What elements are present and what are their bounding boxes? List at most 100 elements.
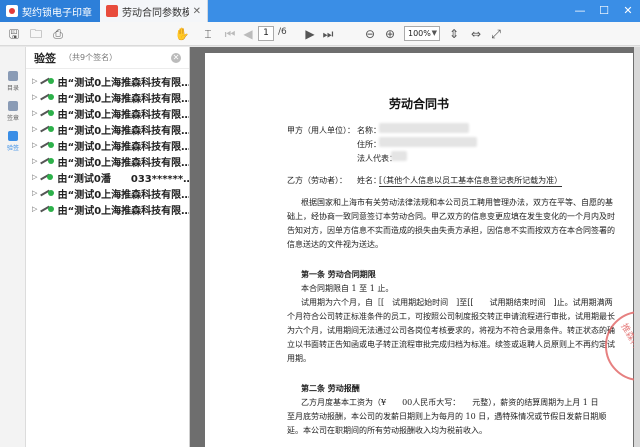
panel-header: 验签 （共9个签名） ✕ [26, 47, 189, 69]
signature-item[interactable]: ▷ 由“测试0潘 033******… [26, 169, 189, 185]
party-a-address-label: 住所： [357, 140, 381, 149]
document-page: 劳动合同书 甲方（用人单位）： 名称： 住所： 法人代表： 乙方（劳动者）： 姓… [205, 53, 640, 447]
left-rail: 目录 签章 验签 [0, 47, 26, 447]
page-count: /6 [278, 27, 287, 37]
signature-valid-icon [40, 124, 54, 134]
signature-label: 由“测试0上海推森科技有限… [57, 189, 189, 201]
signature-label: 由“测试0上海推森科技有限… [57, 77, 189, 89]
redacted-value [391, 151, 407, 161]
close-tab-icon[interactable]: ✕ [193, 6, 201, 17]
party-b-name-label: 姓名： [357, 176, 381, 185]
article-1-line: 用期。 [287, 354, 311, 363]
select-text-icon[interactable]: ⌶ [200, 26, 216, 42]
fullscreen-icon[interactable]: ⤢ [488, 26, 504, 42]
signature-item[interactable]: ▷ 由“测试0上海推森科技有限… [26, 153, 189, 169]
signature-label: 由“测试0上海推森科技有限… [57, 157, 189, 169]
chevron-down-icon: ▼ [431, 29, 437, 37]
zoom-value: 100% [408, 29, 431, 38]
print-icon[interactable]: ⎙ [50, 26, 66, 42]
expand-icon[interactable]: ▷ [32, 205, 40, 213]
signature-item[interactable]: ▷ 由“测试0上海推森科技有限… [26, 121, 189, 137]
signature-item[interactable]: ▷ 由“测试0上海推森科技有限… [26, 201, 189, 217]
tab-document[interactable]: 劳动合同参数模版-目前... ✕ [100, 0, 208, 22]
prev-page-icon[interactable]: ◀ [240, 26, 256, 42]
rail-item-verify[interactable]: 验签 [0, 131, 26, 152]
signature-label: 由“测试0上海推森科技有限… [57, 109, 189, 121]
page-number-input[interactable]: 1 [258, 26, 274, 41]
expand-icon[interactable]: ▷ [32, 77, 40, 85]
rail-item-sign-label: 签章 [6, 115, 19, 122]
article-1-line: 立以书面转正告知函或电子转正流程审批完成归档为标准。续签或返聘人员原则上不再约定… [287, 340, 615, 349]
signature-item[interactable]: ▷ 由“测试0上海推森科技有限… [26, 105, 189, 121]
article-1-line: 本合同期限自 1 至 1 止。 [301, 284, 394, 293]
signature-valid-icon [40, 108, 54, 118]
expand-icon[interactable]: ▷ [32, 109, 40, 117]
expand-icon[interactable]: ▷ [32, 125, 40, 133]
intro-line: 根据国家和上海市有关劳动法律法规和本公司员工聘用管理办法，双方在平等、自愿的基 [301, 198, 613, 207]
signature-item[interactable]: ▷ 由“测试0上海推森科技有限… [26, 137, 189, 153]
document-title: 劳动合同书 [388, 97, 449, 111]
signature-item[interactable]: ▷ 由“测试0上海推森科技有限… [26, 185, 189, 201]
expand-icon[interactable]: ▷ [32, 141, 40, 149]
article-2-line: 乙方月度基本工资为（¥ 00人民币大写： 元整），薪资的结算周期为上月 1 日 [301, 398, 599, 407]
tab-app[interactable]: 契约锁电子印章 [0, 0, 100, 22]
signature-item[interactable]: ▷ 由“测试0上海推森科技有限… [26, 89, 189, 105]
next-page-icon[interactable]: ▶ [302, 26, 318, 42]
article-1-line: 个月符合公司转正标准条件的员工，可按照公司制度报交转正申请流程进行审批，试用期最… [287, 312, 615, 321]
maximize-icon[interactable]: ☐ [592, 0, 616, 22]
signature-label: 由“测试0上海推森科技有限… [57, 125, 189, 137]
expand-icon[interactable]: ▷ [32, 173, 40, 181]
fit-page-icon[interactable]: ⇕ [446, 26, 462, 42]
signature-valid-icon [40, 188, 54, 198]
zoom-out-icon[interactable]: ⊖ [362, 26, 378, 42]
signature-list: ▷ 由“测试0上海推森科技有限… ▷ 由“测试0上海推森科技有限… ▷ 由“测试0上海… [26, 69, 189, 217]
expand-icon[interactable]: ▷ [32, 93, 40, 101]
signature-item[interactable]: ▷ 由“测试0上海推森科技有限… [26, 73, 189, 89]
rail-item-toc[interactable]: 目录 [0, 71, 26, 92]
toc-icon [8, 71, 18, 81]
save-icon[interactable]: 🖫 [6, 26, 22, 42]
zoom-in-icon[interactable]: ⊕ [382, 26, 398, 42]
verify-panel: 验签 （共9个签名） ✕ ▷ 由“测试0上海推森科技有限… ▷ 由“测试0上海推森科… [26, 47, 190, 447]
intro-line: 信息送达的文件视为送达。 [287, 240, 383, 249]
close-window-icon[interactable]: ✕ [616, 0, 640, 22]
minimize-icon[interactable]: — [568, 0, 592, 22]
signature-valid-icon [40, 204, 54, 214]
expand-icon[interactable]: ▷ [32, 189, 40, 197]
article-2-line: 延。本公司在职期间的所有劳动报酬收入均为税前收入。 [287, 426, 487, 435]
signature-label: 由“测试0上海推森科技有限… [57, 93, 189, 105]
vertical-scrollbar[interactable] [634, 47, 640, 447]
signature-label: 由“测试0潘 033******… [57, 173, 189, 185]
person-icon [8, 101, 18, 111]
tab-document-label: 劳动合同参数模版-目前... [122, 7, 189, 19]
party-a-label: 甲方（用人单位）： [287, 126, 355, 135]
signature-label: 由“测试0上海推森科技有限… [57, 141, 189, 153]
signature-label: 由“测试0上海推森科技有限… [57, 205, 189, 217]
fit-width-icon[interactable]: ⇔ [468, 26, 484, 42]
close-panel-icon[interactable]: ✕ [171, 53, 181, 63]
hand-tool-icon[interactable]: ✋ [174, 26, 190, 42]
document-viewer[interactable]: 劳动合同书 甲方（用人单位）： 名称： 住所： 法人代表： 乙方（劳动者）： 姓… [190, 47, 640, 447]
tab-app-label: 契约锁电子印章 [22, 7, 92, 19]
rail-item-toc-label: 目录 [6, 85, 19, 92]
window-controls: — ☐ ✕ [568, 0, 640, 22]
rail-item-sign[interactable]: 签章 [0, 101, 26, 122]
intro-line: 告知对方，因单方信息不实而造成的损失由失责方承担，因信息不实而按双方在本合同签署… [287, 226, 615, 235]
article-2-title: 第二条 劳动报酬 [301, 383, 360, 393]
party-b-name-value: [（其他个人信息以员工基本信息登记表所记载为准） [379, 176, 563, 187]
expand-icon[interactable]: ▷ [32, 157, 40, 165]
toolbar: 🖫 🗀 ⎙ ✋ ⌶ ⏮ ◀ 1 /6 ▶ ⏭ ⊖ ⊕ 100% ▼ ⇕ ⇔ ⤢ [0, 22, 640, 46]
redacted-value [379, 137, 477, 147]
last-page-icon[interactable]: ⏭ [320, 26, 336, 42]
seal-app-icon [6, 5, 18, 17]
shield-icon [8, 131, 18, 141]
signature-valid-icon [40, 76, 54, 86]
zoom-select[interactable]: 100% ▼ [404, 26, 440, 41]
signature-count: （共9个签名） [64, 53, 118, 62]
first-page-icon[interactable]: ⏮ [222, 26, 238, 42]
signature-valid-icon [40, 156, 54, 166]
redacted-value [379, 123, 469, 133]
panel-title: 验签 [34, 51, 56, 65]
open-folder-icon[interactable]: 🗀 [28, 26, 44, 42]
signature-valid-icon [40, 172, 54, 182]
